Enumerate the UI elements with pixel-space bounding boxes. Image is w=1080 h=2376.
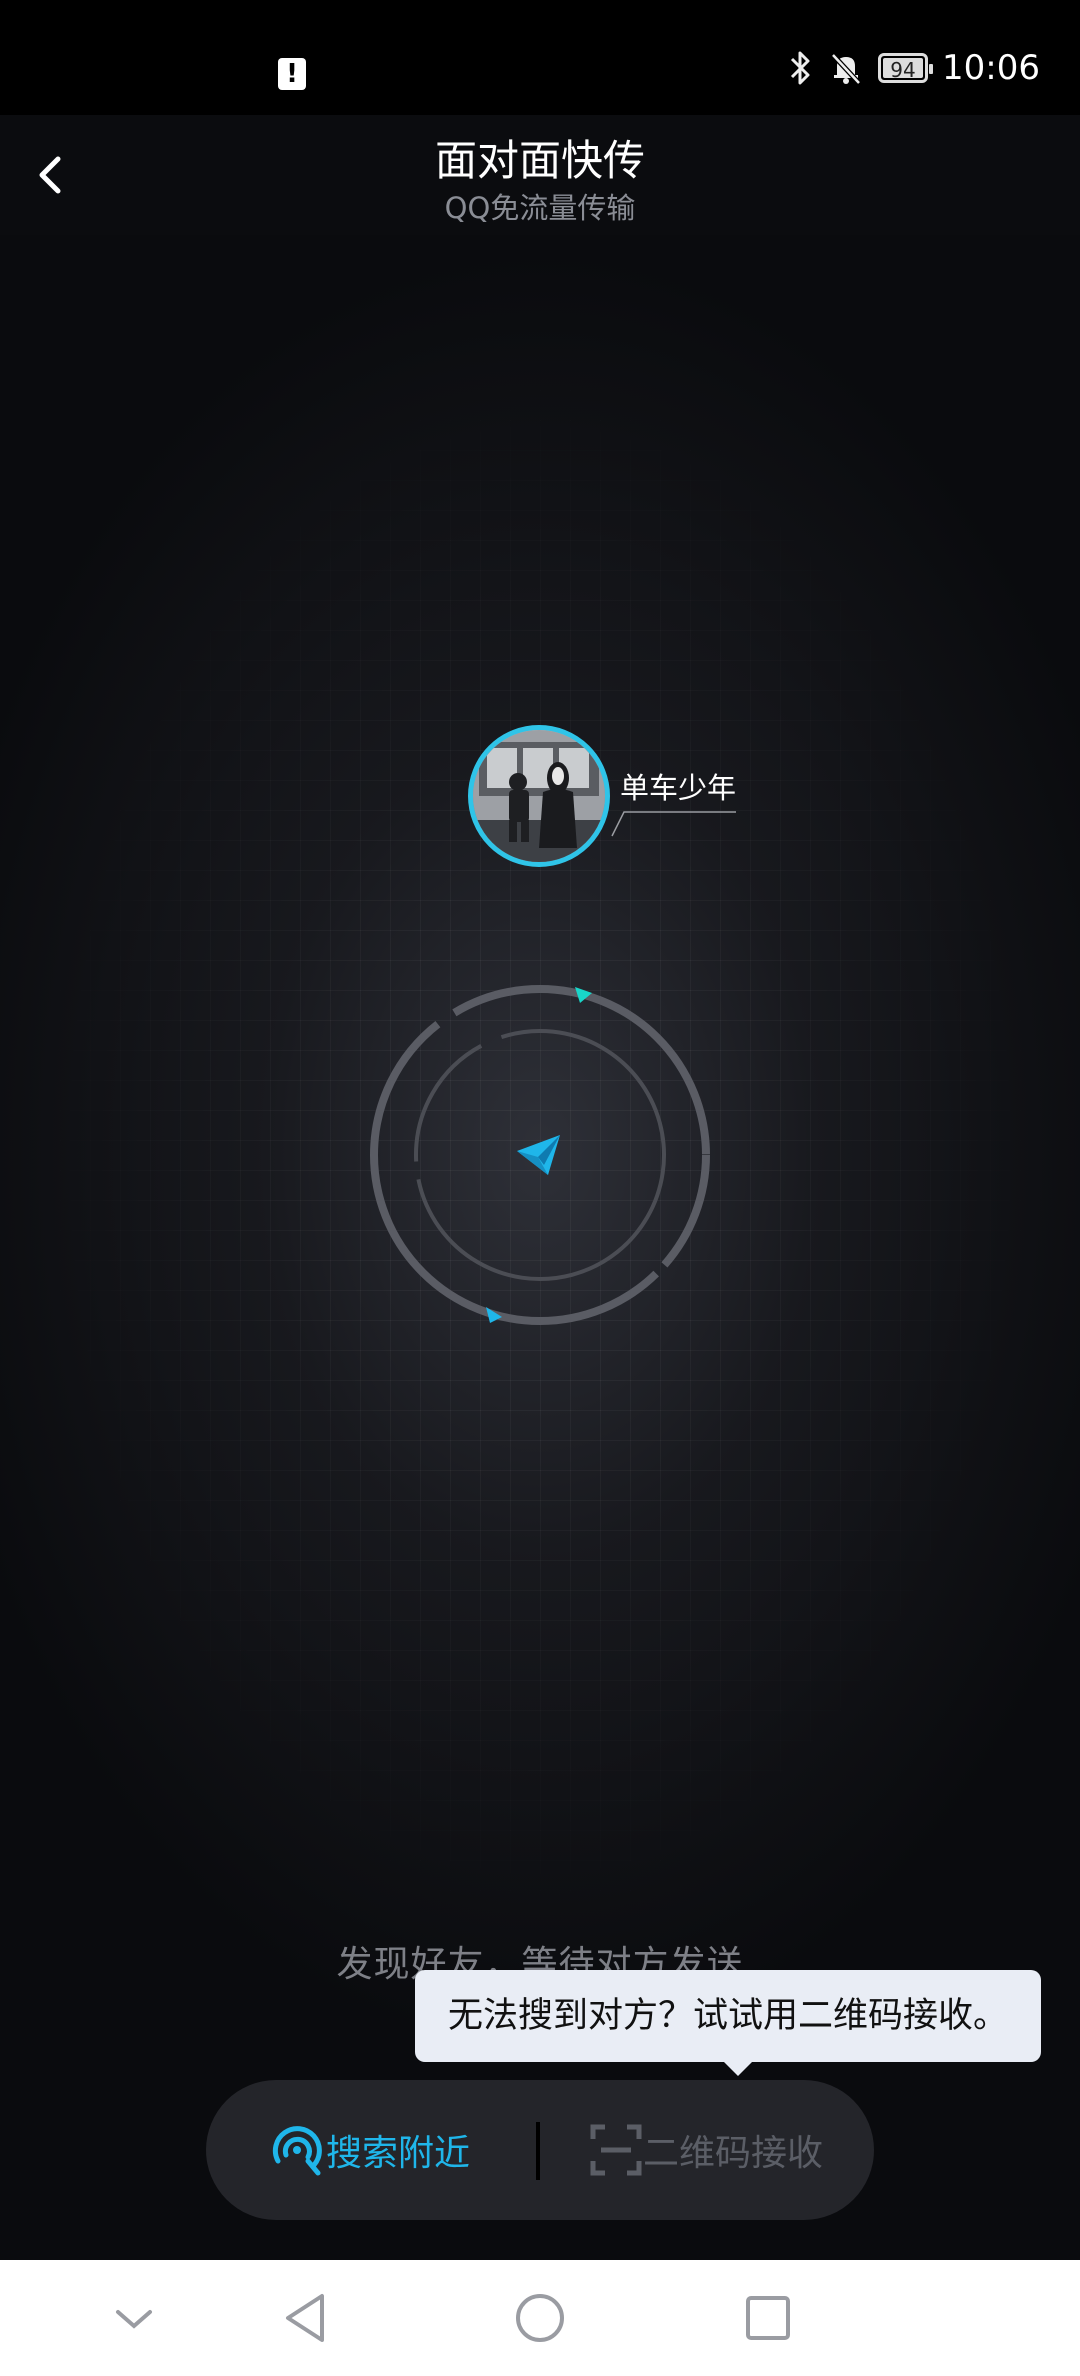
back-triangle-icon[interactable] bbox=[278, 2288, 338, 2348]
nearby-user-name: 单车少年 bbox=[620, 771, 737, 805]
radar-search-icon bbox=[272, 2126, 322, 2176]
search-nearby-button[interactable]: 搜索附近 bbox=[268, 2080, 470, 2220]
qr-hint-tooltip[interactable]: 无法搜到对方？试试用二维码接收。 bbox=[415, 1970, 1041, 2076]
status-bar: ! 94 10:06 bbox=[0, 0, 1080, 115]
search-nearby-label: 搜索附近 bbox=[326, 2133, 471, 2174]
scan-qr-icon bbox=[590, 2124, 642, 2176]
page-subtitle: QQ免流量传输 bbox=[444, 191, 636, 225]
alert-icon: ! bbox=[278, 58, 306, 90]
system-nav-bar bbox=[0, 2260, 1080, 2376]
qr-receive-button[interactable]: 二维码接收 bbox=[589, 2080, 823, 2220]
qr-receive-label: 二维码接收 bbox=[643, 2133, 824, 2174]
clock: 10:06 bbox=[942, 48, 1040, 88]
name-underline bbox=[611, 811, 736, 837]
divider bbox=[536, 2122, 540, 2180]
battery-icon: 94 bbox=[878, 53, 934, 83]
paper-plane-icon bbox=[517, 1135, 560, 1175]
bluetooth-icon bbox=[790, 51, 810, 85]
radar-scanner bbox=[370, 985, 710, 1325]
recents-square-icon[interactable] bbox=[738, 2288, 798, 2348]
home-circle-icon[interactable] bbox=[510, 2288, 570, 2348]
avatar-photo bbox=[473, 730, 605, 862]
page-title: 面对面快传 bbox=[434, 136, 645, 185]
header: 面对面快传 QQ免流量传输 bbox=[0, 115, 1080, 235]
mute-bell-icon bbox=[831, 53, 861, 85]
chevron-down-icon[interactable] bbox=[104, 2288, 164, 2348]
nearby-user-avatar[interactable] bbox=[468, 725, 610, 867]
action-bar: 搜索附近 二维码接收 bbox=[206, 2080, 874, 2220]
